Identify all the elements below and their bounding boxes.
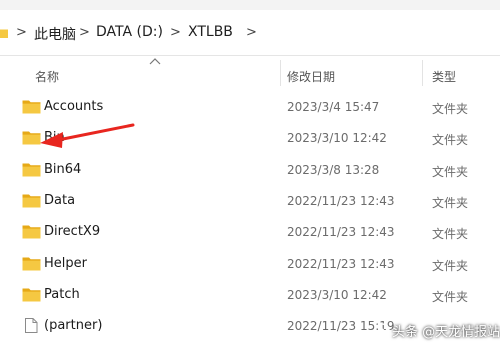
file-list-row[interactable]: Helper 2022/11/23 12:43 文件夹 [0,249,500,280]
column-header-type[interactable]: 类型 [432,68,456,85]
column-header-row: 名称 修改日期 类型 [0,56,500,92]
file-name: Accounts [44,99,104,114]
folder-icon [22,163,41,177]
folder-icon [22,131,41,145]
file-type: 文件夹 [432,133,469,147]
breadcrumb-xtlbb[interactable]: XTLBB [188,24,233,40]
folder-icon [22,100,41,114]
breadcrumb-expand-icon[interactable]: > [246,25,257,40]
file-modified-date: 2023/3/10 12:42 [287,131,387,145]
file-icon [25,318,38,333]
file-name: Bin [44,130,65,145]
column-divider[interactable] [280,60,281,86]
breadcrumb-data-drive[interactable]: DATA (D:) [96,24,163,40]
file-list-row[interactable]: Accounts 2023/3/4 15:47 文件夹 [0,92,500,123]
file-modified-date: 2023/3/10 12:42 [287,288,387,302]
file-name: (partner) [44,318,103,333]
file-name: Bin64 [44,162,82,177]
file-name: Helper [44,256,87,271]
address-bar[interactable]: > 此电脑 > DATA (D:) > XTLBB > [0,10,500,56]
file-type: 文件夹 [432,165,469,179]
file-type: 文件夹 [432,290,469,304]
file-type: 文件夹 [432,196,469,210]
breadcrumb-separator-icon: > [170,25,181,40]
watermark-text: 头条 @天龙情报站 [392,325,500,340]
folder-icon [0,29,8,38]
file-type: 文件夹 [432,227,469,241]
watermark-logo-icon [374,323,390,339]
file-modified-date: 2022/11/23 12:43 [287,257,395,271]
file-name: Data [44,193,76,208]
column-header-name[interactable]: 名称 [35,68,59,85]
file-modified-date: 2022/11/23 12:43 [287,225,395,239]
sort-ascending-icon [149,58,161,65]
file-type: 文件夹 [432,102,469,116]
folder-icon [22,288,41,302]
file-type: 文件夹 [432,259,469,273]
breadcrumb-this-pc[interactable]: 此电脑 [34,24,76,44]
file-list-row[interactable]: DirectX9 2022/11/23 12:43 文件夹 [0,217,500,248]
folder-icon [22,194,41,208]
breadcrumb-separator-icon: > [16,25,27,40]
file-list-row[interactable]: Bin 2023/3/10 12:42 文件夹 [0,123,500,154]
breadcrumb-separator-icon: > [79,25,90,40]
file-list-row[interactable]: Data 2022/11/23 12:43 文件夹 [0,186,500,217]
file-modified-date: 2023/3/4 15:47 [287,100,380,114]
file-list-row[interactable]: Patch 2023/3/10 12:42 文件夹 [0,280,500,311]
column-divider[interactable] [422,60,423,86]
watermark: 头条 @天龙情报站 [366,318,500,342]
folder-icon [22,225,41,239]
file-modified-date: 2022/11/23 12:43 [287,194,395,208]
file-list-row[interactable]: Bin64 2023/3/8 13:28 文件夹 [0,155,500,186]
folder-icon [22,257,41,271]
file-modified-date: 2023/3/8 13:28 [287,163,380,177]
file-name: DirectX9 [44,224,101,239]
column-header-modified[interactable]: 修改日期 [287,68,335,85]
file-name: Patch [44,287,80,302]
